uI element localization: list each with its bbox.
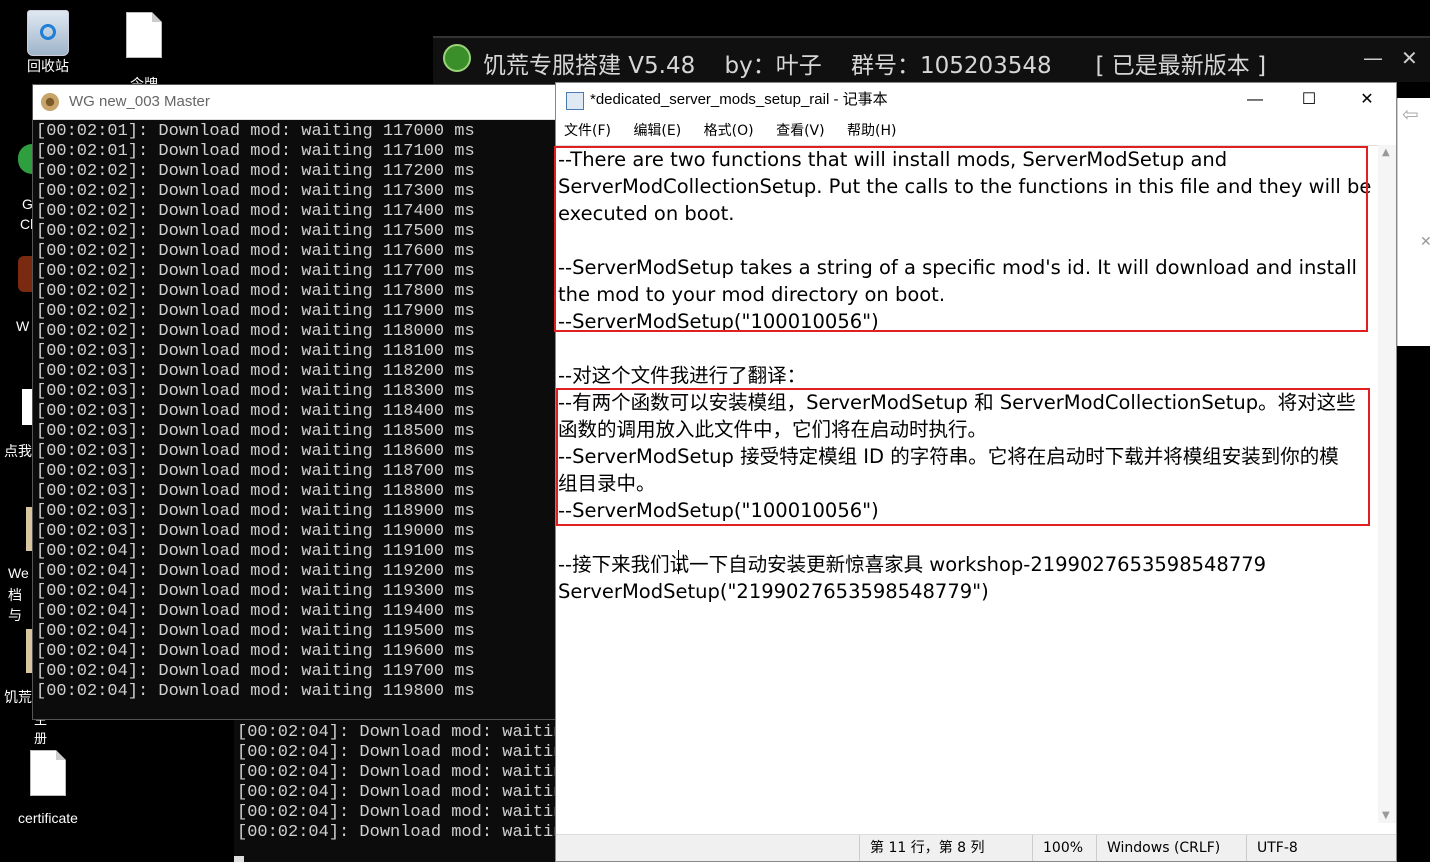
desktop-fragment: 饥荒 主册 bbox=[0, 625, 47, 746]
console-line: [00:02:02]: Download mod: waiting 117500… bbox=[36, 222, 475, 241]
menu-help[interactable]: 帮助(H) bbox=[847, 123, 896, 139]
console-window[interactable]: WG new_003 Master [00:02:01]: Download m… bbox=[32, 84, 556, 720]
back-console-line: [00:02:04]: Download mod: waitin bbox=[237, 783, 556, 802]
status-position: 第 11 行，第 8 列 bbox=[859, 835, 1029, 861]
desktop-icon-label: certificate bbox=[18, 810, 78, 826]
console-line: [00:02:04]: Download mod: waiting 119200… bbox=[36, 562, 475, 581]
back-console-line: [00:02:04]: Download mod: waitin bbox=[237, 763, 556, 782]
back-console-line: [00:02:04]: Download mod: waitin bbox=[237, 803, 556, 822]
maximize-button[interactable]: ☐ bbox=[1286, 83, 1332, 117]
console-line: [00:02:04]: Download mod: waiting 119600… bbox=[36, 642, 475, 661]
console-line: [00:02:02]: Download mod: waiting 117800… bbox=[36, 282, 475, 301]
desktop-fragment-text: 饥荒 bbox=[4, 689, 32, 705]
desktop-fragment: G Cl bbox=[0, 140, 33, 232]
menu-file[interactable]: 文件(F) bbox=[564, 123, 611, 139]
text-cursor bbox=[678, 550, 679, 574]
editor-line: --接下来我们试一下自动安装更新惊喜家具 workshop-2199027653… bbox=[558, 553, 1267, 576]
notepad-title-text: *dedicated_server_mods_setup_rail - 记事本 bbox=[590, 91, 888, 108]
menu-edit[interactable]: 编辑(E) bbox=[633, 123, 681, 139]
status-zoom: 100% bbox=[1032, 835, 1094, 861]
close-icon[interactable]: ✕ bbox=[1420, 234, 1430, 250]
highlight-box-chinese bbox=[556, 388, 1370, 526]
desktop-fragment: W bbox=[0, 250, 32, 340]
console-line: [00:02:01]: Download mod: waiting 117100… bbox=[36, 142, 475, 161]
console-line: [00:02:02]: Download mod: waiting 117200… bbox=[36, 162, 475, 181]
taskbar-fragment bbox=[234, 856, 244, 862]
desktop-icon-recycle-bin[interactable]: 回收站 bbox=[8, 10, 88, 74]
console-line: [00:02:02]: Download mod: waiting 117600… bbox=[36, 242, 475, 261]
notepad-titlebar[interactable]: *dedicated_server_mods_setup_rail - 记事本 … bbox=[556, 83, 1396, 117]
file-icon bbox=[30, 750, 66, 796]
minimize-button[interactable]: — bbox=[1232, 83, 1278, 117]
scroll-up-icon[interactable]: ▲ bbox=[1382, 147, 1390, 158]
console-line: [00:02:02]: Download mod: waiting 117900… bbox=[36, 302, 475, 321]
editor-line: ServerModSetup("2199027653598548779") bbox=[558, 580, 989, 603]
status-encoding: UTF-8 bbox=[1246, 835, 1396, 861]
desktop-fragment-text: We bbox=[8, 565, 29, 581]
menu-bar: 文件(F) 编辑(E) 格式(O) 查看(V) 帮助(H) bbox=[556, 117, 1396, 145]
panel-close-button[interactable]: ✕ bbox=[1401, 46, 1418, 70]
console-line: [00:02:03]: Download mod: waiting 118500… bbox=[36, 422, 475, 441]
editor-line: --对这个文件我进行了翻译： bbox=[558, 364, 807, 387]
console-line: [00:02:03]: Download mod: waiting 118400… bbox=[36, 402, 475, 421]
arrow-icon: ⇦ bbox=[1402, 102, 1419, 126]
panel-title-text: 饥荒专服搭建 V5.48 by：叶子 群号：105203548 [ 已是最新版本… bbox=[483, 53, 1267, 79]
back-console-output[interactable]: [00:02:04]: Download mod: waitin [00:02:0… bbox=[234, 720, 556, 862]
console-line: [00:02:03]: Download mod: waiting 118100… bbox=[36, 342, 475, 361]
console-output[interactable]: [00:02:01]: Download mod: waiting 117000… bbox=[33, 120, 555, 702]
console-line: [00:02:03]: Download mod: waiting 118300… bbox=[36, 382, 475, 401]
back-console-line: [00:02:04]: Download mod: waitin bbox=[237, 743, 556, 762]
close-button[interactable]: ✕ bbox=[1344, 83, 1390, 117]
desktop-icon-label: 回收站 bbox=[27, 58, 69, 74]
console-line: [00:02:04]: Download mod: waiting 119400… bbox=[36, 602, 475, 621]
background-window-fragment: ✕ ⇦ bbox=[1397, 82, 1430, 862]
menu-view[interactable]: 查看(V) bbox=[776, 123, 825, 139]
status-line-ending: Windows (CRLF) bbox=[1096, 835, 1244, 861]
menu-format[interactable]: 格式(O) bbox=[704, 123, 754, 139]
file-icon bbox=[126, 12, 162, 58]
console-line: [00:02:04]: Download mod: waiting 119700… bbox=[36, 662, 475, 681]
desktop-fragment: 点我 bbox=[0, 385, 32, 465]
notepad-window[interactable]: *dedicated_server_mods_setup_rail - 记事本 … bbox=[554, 82, 1397, 862]
console-line: [00:02:03]: Download mod: waiting 118600… bbox=[36, 442, 475, 461]
console-line: [00:02:03]: Download mod: waiting 118800… bbox=[36, 482, 475, 501]
console-line: [00:02:02]: Download mod: waiting 117700… bbox=[36, 262, 475, 281]
desktop-fragment-text: W bbox=[16, 318, 30, 334]
desktop-fragment-text: 点我 bbox=[4, 443, 32, 459]
text-editor[interactable]: --There are two functions that will inst… bbox=[554, 145, 1378, 824]
desktop-icon-certificate[interactable]: certificate bbox=[8, 750, 88, 826]
notepad-app-icon bbox=[566, 92, 584, 110]
console-title-text: WG new_003 Master bbox=[69, 93, 210, 110]
console-line: [00:02:03]: Download mod: waiting 118900… bbox=[36, 502, 475, 521]
desktop-fragment: We 档与 bbox=[0, 505, 32, 623]
console-line: [00:02:04]: Download mod: waiting 119500… bbox=[36, 622, 475, 641]
app-logo-icon bbox=[443, 44, 471, 72]
highlight-box-english bbox=[554, 146, 1368, 332]
console-line: [00:02:03]: Download mod: waiting 119000… bbox=[36, 522, 475, 541]
console-line: [00:02:01]: Download mod: waiting 117000… bbox=[36, 122, 475, 141]
console-titlebar[interactable]: WG new_003 Master bbox=[33, 85, 555, 120]
recycle-bin-icon bbox=[27, 10, 69, 56]
console-line: [00:02:04]: Download mod: waiting 119800… bbox=[36, 682, 475, 701]
server-panel-titlebar[interactable]: 饥荒专服搭建 V5.48 by：叶子 群号：105203548 [ 已是最新版本… bbox=[433, 36, 1430, 84]
console-line: [00:02:03]: Download mod: waiting 118200… bbox=[36, 362, 475, 381]
scroll-down-icon[interactable]: ▼ bbox=[1382, 810, 1390, 821]
console-app-icon bbox=[41, 93, 59, 111]
console-line: [00:02:02]: Download mod: waiting 117300… bbox=[36, 182, 475, 201]
console-line: [00:02:02]: Download mod: waiting 117400… bbox=[36, 202, 475, 221]
console-line: [00:02:03]: Download mod: waiting 118700… bbox=[36, 462, 475, 481]
desktop-fragment-text: 档与 bbox=[8, 587, 22, 623]
console-line: [00:02:04]: Download mod: waiting 119100… bbox=[36, 542, 475, 561]
console-line: [00:02:02]: Download mod: waiting 118000… bbox=[36, 322, 475, 341]
vertical-scrollbar[interactable]: ▲ ▼ bbox=[1378, 145, 1396, 823]
back-console-line: [00:02:04]: Download mod: waitin bbox=[237, 723, 556, 742]
desktop-icon-token[interactable]: 令牌 bbox=[104, 12, 184, 92]
status-bar: 第 11 行，第 8 列 100% Windows (CRLF) UTF-8 bbox=[556, 834, 1396, 861]
console-line: [00:02:04]: Download mod: waiting 119300… bbox=[36, 582, 475, 601]
panel-minimize-button[interactable]: — bbox=[1363, 46, 1383, 70]
back-console-line: [00:02:04]: Download mod: waitin bbox=[237, 823, 556, 842]
